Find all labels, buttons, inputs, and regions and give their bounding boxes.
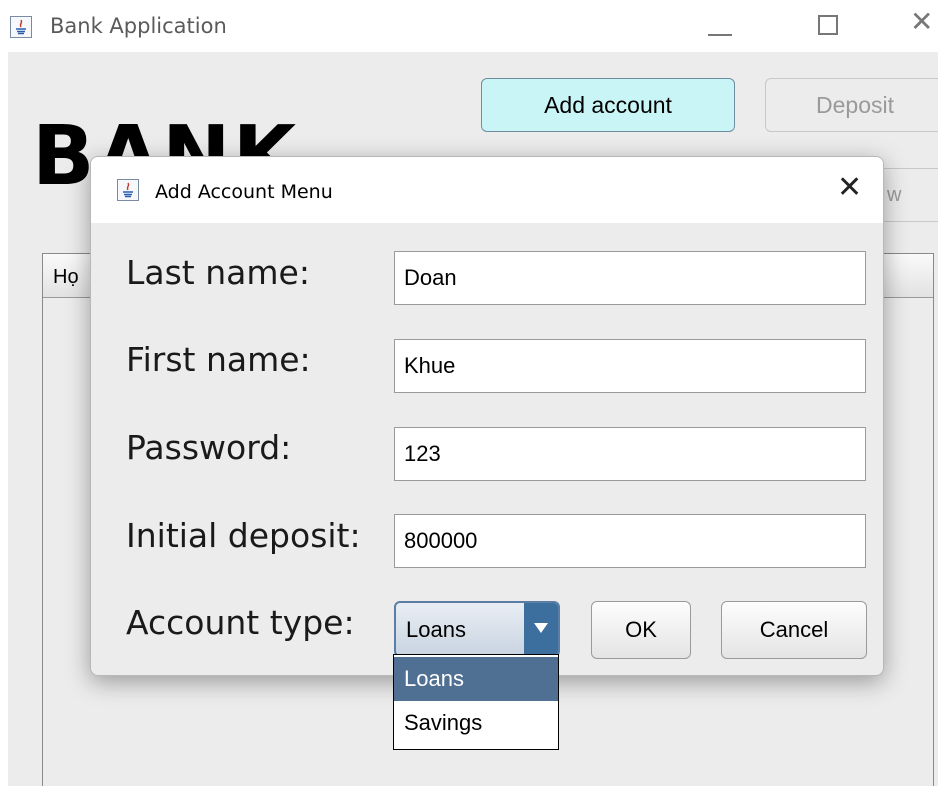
ok-button[interactable]: OK: [591, 601, 691, 659]
password-field[interactable]: 123: [394, 427, 866, 481]
minimize-icon[interactable]: [708, 34, 732, 36]
column-header-ho[interactable]: Họ: [53, 266, 91, 289]
window-titlebar: Bank Application ✕: [8, 6, 938, 52]
deposit-button[interactable]: Deposit: [765, 78, 938, 132]
account-type-select[interactable]: Loans: [394, 601, 560, 657]
initial-deposit-field[interactable]: 800000: [394, 514, 866, 568]
dialog-title: Add Account Menu: [155, 181, 333, 203]
java-app-icon: [117, 179, 139, 201]
account-type-label: Account type:: [126, 603, 355, 642]
close-icon[interactable]: ✕: [837, 173, 862, 203]
password-label: Password:: [126, 428, 292, 467]
java-app-icon: [10, 16, 32, 38]
option-loans[interactable]: Loans: [394, 657, 558, 701]
dropdown-arrow-icon[interactable]: [524, 603, 558, 655]
window-title: Bank Application: [50, 14, 227, 38]
maximize-icon[interactable]: [818, 15, 838, 35]
first-name-label: First name:: [126, 340, 311, 379]
option-savings[interactable]: Savings: [394, 701, 558, 745]
dialog-titlebar: Add Account Menu ✕: [91, 157, 883, 223]
last-name-label: Last name:: [126, 253, 310, 292]
account-type-options-list[interactable]: Loans Savings: [393, 654, 559, 750]
add-account-button[interactable]: Add account: [481, 78, 735, 132]
close-icon[interactable]: ✕: [910, 8, 938, 36]
add-account-dialog: Add Account Menu ✕ Last name: Doan First…: [90, 156, 884, 676]
first-name-field[interactable]: Khue: [394, 339, 866, 393]
account-type-selected-value: Loans: [406, 617, 466, 642]
cancel-button[interactable]: Cancel: [721, 601, 867, 659]
last-name-field[interactable]: Doan: [394, 251, 866, 305]
initial-deposit-label: Initial deposit:: [126, 516, 361, 555]
